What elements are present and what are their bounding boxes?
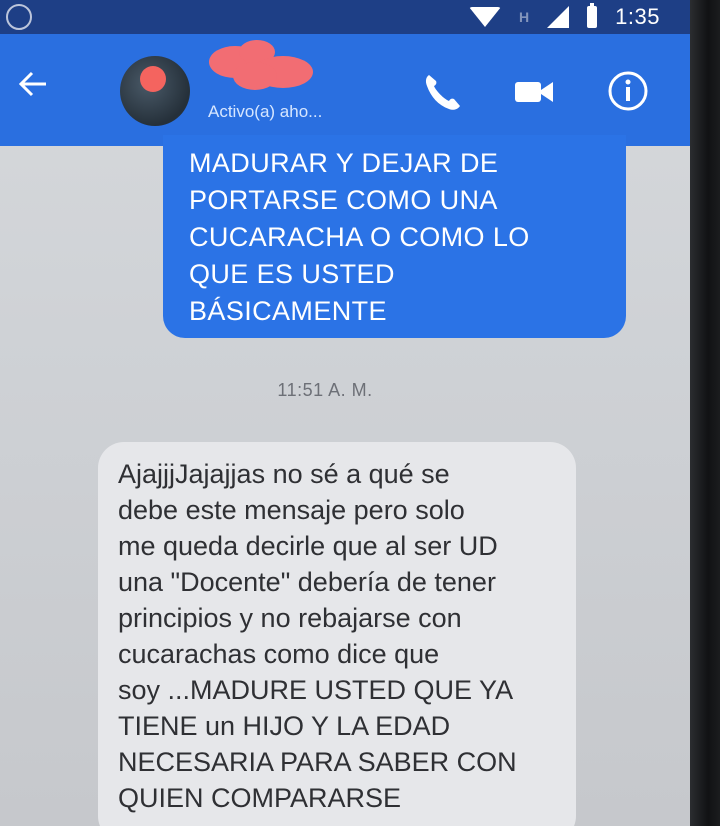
- phone-bezel: [690, 0, 720, 826]
- status-time: 1:35: [615, 4, 660, 29]
- battery-icon: [587, 3, 598, 28]
- contact-avatar[interactable]: [120, 56, 190, 126]
- sent-message-text: MADURAR Y DEJAR DE PORTARSE COMO UNA CUC…: [189, 148, 530, 326]
- video-camera-icon[interactable]: [513, 74, 557, 110]
- info-icon[interactable]: [607, 70, 649, 112]
- conversation-header: Activo(a) aho...: [0, 34, 690, 146]
- phone-icon[interactable]: [420, 70, 464, 114]
- status-bar: H 1:35: [0, 0, 690, 34]
- avatar-redaction-dot: [140, 66, 166, 92]
- message-timestamp: 11:51 A. M.: [277, 380, 373, 400]
- sent-message-bubble[interactable]: MADURAR Y DEJAR DE PORTARSE COMO UNA CUC…: [163, 135, 626, 338]
- active-status-label: Activo(a) aho...: [208, 102, 323, 121]
- status-icons: H 1:35: [469, 2, 660, 32]
- messenger-icon: [6, 4, 32, 30]
- received-message-bubble[interactable]: AjajjjJajajjas no sé a qué se debe este …: [98, 442, 576, 826]
- received-message-text: AjajjjJajajjas no sé a qué se debe este …: [118, 459, 517, 813]
- back-arrow-icon[interactable]: [14, 64, 54, 104]
- signal-icon: [547, 6, 570, 28]
- wifi-icon: [469, 7, 502, 27]
- network-type-label: H: [519, 9, 530, 25]
- messenger-screen: H 1:35 Activo(a) aho... MADURAR Y DEJAR …: [0, 0, 690, 826]
- contact-name-redaction: [209, 40, 313, 90]
